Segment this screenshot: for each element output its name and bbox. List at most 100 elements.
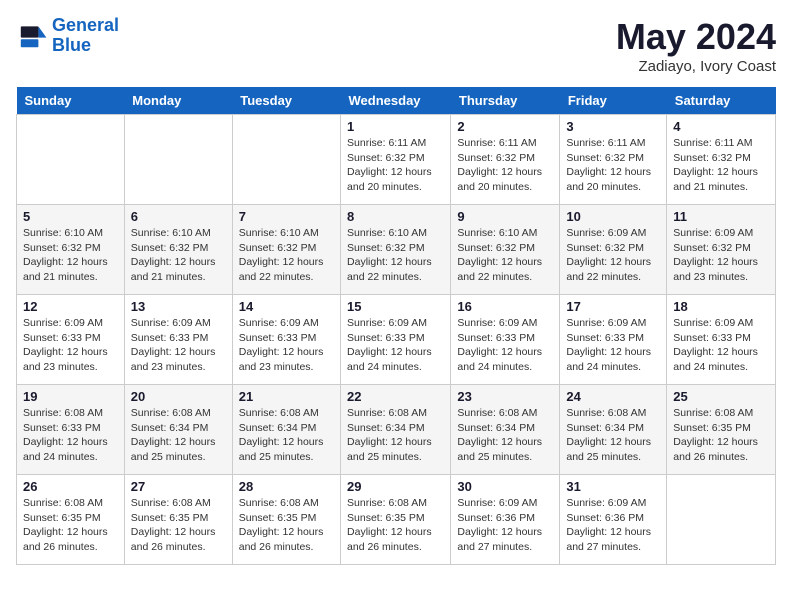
calendar-cell [667, 475, 776, 565]
calendar-cell: 15Sunrise: 6:09 AMSunset: 6:33 PMDayligh… [341, 295, 451, 385]
day-number: 2 [457, 119, 553, 134]
calendar-cell: 25 Sunrise: 6:08 AMSunset: 6:35 PMDayligh… [667, 385, 776, 475]
day-info: Sunrise: 6:10 AMSunset: 6:32 PMDaylight:… [239, 226, 334, 285]
day-info: Sunrise: 6:08 AMSunset: 6:34 PMDaylight:… [457, 406, 553, 465]
day-number: 11 [673, 209, 769, 224]
calendar-cell: 27Sunrise: 6:08 AMSunset: 6:35 PMDayligh… [124, 475, 232, 565]
calendar-cell: 10Sunrise: 6:09 AMSunset: 6:32 PMDayligh… [560, 205, 667, 295]
day-info: Sunrise: 6:09 AMSunset: 6:32 PMDaylight:… [566, 226, 660, 285]
calendar-cell: 30Sunrise: 6:09 AMSunset: 6:36 PMDayligh… [451, 475, 560, 565]
calendar-cell: 6 Sunrise: 6:10 AMSunset: 6:32 PMDaylight… [124, 205, 232, 295]
calendar-cell: 29Sunrise: 6:08 AMSunset: 6:35 PMDayligh… [341, 475, 451, 565]
month-title: May 2024 [616, 16, 776, 58]
calendar-cell [232, 115, 340, 205]
calendar-cell: 9 Sunrise: 6:10 AMSunset: 6:32 PMDaylight… [451, 205, 560, 295]
day-number: 6 [131, 209, 226, 224]
day-number: 31 [566, 479, 660, 494]
calendar-cell: 19 Sunrise: 6:08 AMSunset: 6:33 PMDayligh… [17, 385, 125, 475]
day-number: 13 [131, 299, 226, 314]
day-info: Sunrise: 6:10 AMSunset: 6:32 PMDaylight:… [457, 226, 553, 285]
calendar-cell: 8 Sunrise: 6:10 AMSunset: 6:32 PMDaylight… [341, 205, 451, 295]
day-number: 18 [673, 299, 769, 314]
day-info: Sunrise: 6:10 AMSunset: 6:32 PMDaylight:… [23, 226, 118, 285]
calendar-week-row: 12 Sunrise: 6:09 AMSunset: 6:33 PMDayligh… [17, 295, 776, 385]
weekday-header: Tuesday [232, 87, 340, 115]
day-number: 17 [566, 299, 660, 314]
day-number: 22 [347, 389, 444, 404]
calendar-cell: 11 Sunrise: 6:09 AMSunset: 6:32 PMDayligh… [667, 205, 776, 295]
calendar-cell: 14 Sunrise: 6:09 AMSunset: 6:33 PMDayligh… [232, 295, 340, 385]
logo: General Blue [16, 16, 119, 56]
day-info: Sunrise: 6:11 AMSunset: 6:32 PMDaylight:… [673, 136, 769, 195]
calendar-cell [17, 115, 125, 205]
day-number: 19 [23, 389, 118, 404]
day-number: 21 [239, 389, 334, 404]
day-number: 20 [131, 389, 226, 404]
day-number: 16 [457, 299, 553, 314]
day-number: 25 [673, 389, 769, 404]
day-info: Sunrise: 6:08 AMSunset: 6:35 PMDaylight:… [347, 496, 444, 555]
day-info: Sunrise: 6:09 AMSunset: 6:33 PMDaylight:… [457, 316, 553, 375]
calendar-cell: 21 Sunrise: 6:08 AMSunset: 6:34 PMDayligh… [232, 385, 340, 475]
weekday-header-row: SundayMondayTuesdayWednesdayThursdayFrid… [17, 87, 776, 115]
day-number: 14 [239, 299, 334, 314]
weekday-header: Friday [560, 87, 667, 115]
calendar-cell: 22 Sunrise: 6:08 AMSunset: 6:34 PMDayligh… [341, 385, 451, 475]
calendar-cell: 7 Sunrise: 6:10 AMSunset: 6:32 PMDaylight… [232, 205, 340, 295]
calendar-cell: 24Sunrise: 6:08 AMSunset: 6:34 PMDayligh… [560, 385, 667, 475]
calendar-cell: 31 Sunrise: 6:09 AMSunset: 6:36 PMDayligh… [560, 475, 667, 565]
day-number: 8 [347, 209, 444, 224]
day-info: Sunrise: 6:08 AMSunset: 6:35 PMDaylight:… [239, 496, 334, 555]
day-number: 3 [566, 119, 660, 134]
day-info: Sunrise: 6:09 AMSunset: 6:33 PMDaylight:… [239, 316, 334, 375]
day-number: 15 [347, 299, 444, 314]
day-info: Sunrise: 6:10 AMSunset: 6:32 PMDaylight:… [347, 226, 444, 285]
day-info: Sunrise: 6:11 AMSunset: 6:32 PMDaylight:… [347, 136, 444, 195]
logo-icon [16, 20, 48, 52]
day-info: Sunrise: 6:09 AMSunset: 6:33 PMDaylight:… [23, 316, 118, 375]
day-info: Sunrise: 6:10 AMSunset: 6:32 PMDaylight:… [131, 226, 226, 285]
day-number: 30 [457, 479, 553, 494]
day-info: Sunrise: 6:08 AMSunset: 6:33 PMDaylight:… [23, 406, 118, 465]
calendar-cell: 20Sunrise: 6:08 AMSunset: 6:34 PMDayligh… [124, 385, 232, 475]
calendar-cell: 17 Sunrise: 6:09 AMSunset: 6:33 PMDayligh… [560, 295, 667, 385]
calendar-table: SundayMondayTuesdayWednesdayThursdayFrid… [16, 87, 776, 565]
day-info: Sunrise: 6:08 AMSunset: 6:35 PMDaylight:… [131, 496, 226, 555]
day-number: 9 [457, 209, 553, 224]
calendar-week-row: 19 Sunrise: 6:08 AMSunset: 6:33 PMDayligh… [17, 385, 776, 475]
calendar-cell: 28Sunrise: 6:08 AMSunset: 6:35 PMDayligh… [232, 475, 340, 565]
calendar-week-row: 5 Sunrise: 6:10 AMSunset: 6:32 PMDaylight… [17, 205, 776, 295]
calendar-cell: 16 Sunrise: 6:09 AMSunset: 6:33 PMDayligh… [451, 295, 560, 385]
day-info: Sunrise: 6:11 AMSunset: 6:32 PMDaylight:… [457, 136, 553, 195]
day-number: 26 [23, 479, 118, 494]
calendar-cell: 13 Sunrise: 6:09 AMSunset: 6:33 PMDayligh… [124, 295, 232, 385]
day-info: Sunrise: 6:09 AMSunset: 6:33 PMDaylight:… [566, 316, 660, 375]
calendar-cell: 18Sunrise: 6:09 AMSunset: 6:33 PMDayligh… [667, 295, 776, 385]
calendar-week-row: 1Sunrise: 6:11 AMSunset: 6:32 PMDaylight… [17, 115, 776, 205]
weekday-header: Monday [124, 87, 232, 115]
day-number: 12 [23, 299, 118, 314]
day-info: Sunrise: 6:09 AMSunset: 6:32 PMDaylight:… [673, 226, 769, 285]
day-info: Sunrise: 6:08 AMSunset: 6:35 PMDaylight:… [673, 406, 769, 465]
page-header: General Blue May 2024 Zadiayo, Ivory Coa… [16, 16, 776, 75]
day-info: Sunrise: 6:08 AMSunset: 6:34 PMDaylight:… [347, 406, 444, 465]
day-number: 23 [457, 389, 553, 404]
day-number: 24 [566, 389, 660, 404]
calendar-cell: 1Sunrise: 6:11 AMSunset: 6:32 PMDaylight… [341, 115, 451, 205]
title-block: May 2024 Zadiayo, Ivory Coast [616, 16, 776, 75]
calendar-cell: 2 Sunrise: 6:11 AMSunset: 6:32 PMDaylight… [451, 115, 560, 205]
weekday-header: Saturday [667, 87, 776, 115]
calendar-cell: 12 Sunrise: 6:09 AMSunset: 6:33 PMDayligh… [17, 295, 125, 385]
day-number: 7 [239, 209, 334, 224]
day-info: Sunrise: 6:09 AMSunset: 6:36 PMDaylight:… [566, 496, 660, 555]
day-number: 5 [23, 209, 118, 224]
day-info: Sunrise: 6:08 AMSunset: 6:34 PMDaylight:… [239, 406, 334, 465]
day-info: Sunrise: 6:11 AMSunset: 6:32 PMDaylight:… [566, 136, 660, 195]
day-info: Sunrise: 6:09 AMSunset: 6:33 PMDaylight:… [131, 316, 226, 375]
location: Zadiayo, Ivory Coast [616, 58, 776, 75]
calendar-cell: 26Sunrise: 6:08 AMSunset: 6:35 PMDayligh… [17, 475, 125, 565]
calendar-cell: 4 Sunrise: 6:11 AMSunset: 6:32 PMDaylight… [667, 115, 776, 205]
weekday-header: Thursday [451, 87, 560, 115]
day-number: 4 [673, 119, 769, 134]
calendar-week-row: 26 Sunrise: 6:08 AMSunset: 6:35 PMDayligh… [17, 475, 776, 565]
